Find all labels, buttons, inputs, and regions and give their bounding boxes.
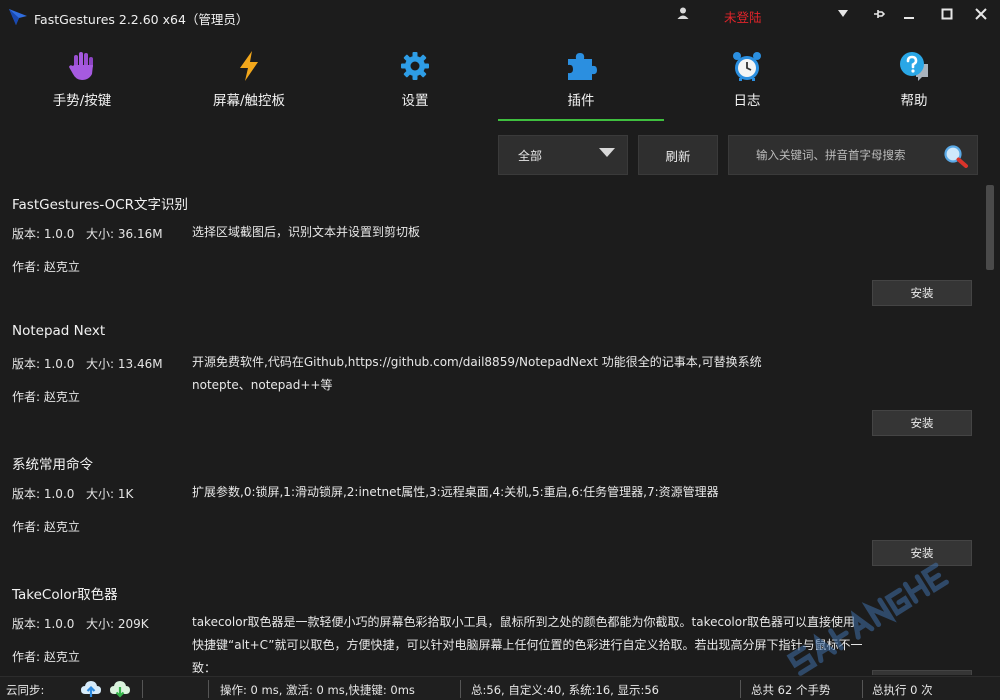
close-button[interactable] [969,2,993,26]
plugin-name: Notepad Next [12,323,106,339]
plugin-version: 版本: 1.0.0 [12,227,75,241]
chevron-down-icon [599,148,615,157]
maximize-icon [941,8,953,20]
search-icon[interactable] [943,144,969,168]
exec-total: 总执行 0 次 [872,683,933,697]
alarm-clock-icon [733,52,761,81]
install-button[interactable]: 安装 [872,410,972,436]
search-input[interactable] [729,136,939,174]
plugin-item: 系统常用命令 版本: 1.0.0 大小: 1K 作者: 赵克立 扩展参数,0:锁… [0,445,984,575]
help-bubble-icon [900,52,928,81]
tab-screen-touchpad[interactable]: 屏幕/触控板 [184,40,314,122]
plugin-item: Notepad Next 版本: 1.0.0 大小: 13.46M 作者: 赵克… [0,315,984,445]
tab-label: 屏幕/触控板 [212,93,286,109]
install-button[interactable]: 安装 [872,540,972,566]
status-divider [208,680,209,698]
status-divider [460,680,461,698]
tab-label: 插件 [567,93,595,109]
tab-settings[interactable]: 设置 [350,40,480,122]
plugin-author: 作者: 赵克立 [12,390,80,404]
timing-stats: 操作: 0 ms, 激活: 0 ms,快捷键: 0ms [220,683,415,697]
gear-icon [401,52,429,80]
main-nav: 手势/按键 屏幕/触控板 设置 插件 日志 帮助 [0,40,1000,122]
tab-help[interactable]: 帮助 [849,40,979,122]
install-button[interactable]: 安装 [872,670,972,675]
plugin-size: 大小: 1K [86,487,134,501]
pin-icon [874,10,885,18]
plugin-version: 版本: 1.0.0 [12,487,75,501]
plugin-version: 版本: 1.0.0 [12,617,75,631]
plugin-list: FastGestures-OCR文字识别 版本: 1.0.0 大小: 36.16… [0,185,984,675]
plugin-description: 选择区域截图后，识别文本并设置到剪切板 [192,225,421,239]
title-bar: FastGestures 2.2.60 x64（管理员） 未登陆 [0,0,1000,32]
status-divider [740,680,741,698]
plugin-list-scrollbar[interactable] [985,185,995,675]
plugin-name: FastGestures-OCR文字识别 [12,197,189,213]
plugin-description: 扩展参数,0:锁屏,1:滑动锁屏,2:inetnet属性,3:远程桌面,4:关机… [192,485,719,499]
plugin-size: 大小: 13.46M [86,357,163,371]
plugin-version: 版本: 1.0.0 [12,357,75,371]
triangle-down-icon [838,10,848,17]
category-filter-select[interactable]: 全部 [498,135,628,175]
lightning-icon [240,51,258,81]
active-tab-indicator [498,119,664,121]
tab-gestures[interactable]: 手势/按键 [17,40,147,122]
pin-button[interactable] [867,2,891,26]
tab-label: 设置 [401,93,429,109]
plugin-author: 作者: 赵克立 [12,260,80,274]
plugin-author: 作者: 赵克立 [12,520,80,534]
refresh-button[interactable]: 刷新 [638,135,718,175]
plugin-size: 大小: 209K [86,617,149,631]
app-logo-icon [9,9,27,25]
install-button[interactable]: 安装 [872,280,972,306]
gesture-counts: 总:56, 自定义:40, 系统:16, 显示:56 [471,683,659,697]
plugin-name: 系统常用命令 [12,457,93,473]
minimize-icon [904,17,914,19]
scroll-thumb[interactable] [986,185,994,270]
tab-label: 日志 [733,93,761,109]
tab-label: 帮助 [900,93,928,109]
cloud-upload-icon[interactable] [80,679,102,699]
gesture-total: 总共 62 个手势 [751,683,831,697]
menu-dropdown-button[interactable] [831,2,855,26]
search-box [728,135,978,175]
filter-value: 全部 [518,148,543,163]
close-icon [975,8,987,20]
plugin-item: TakeColor取色器 版本: 1.0.0 大小: 209K 作者: 赵克立 … [0,575,984,675]
cloud-sync-label: 云同步: [6,683,45,697]
status-bar: 云同步: 操作: 0 ms, 激活: 0 ms,快捷键: 0ms 总:56, 自… [0,676,1000,700]
plugin-description: takecolor取色器是一款轻便小巧的屏幕色彩拾取小工具，鼠标所到之处的颜色都… [192,615,863,675]
plugin-author: 作者: 赵克立 [12,650,80,664]
plugin-name: TakeColor取色器 [12,587,118,603]
tab-logs[interactable]: 日志 [682,40,812,122]
login-status[interactable]: 未登陆 [724,7,762,26]
hand-icon [69,52,93,80]
maximize-button[interactable] [935,2,959,26]
plugin-size: 大小: 36.16M [86,227,163,241]
tab-plugins[interactable]: 插件 [516,40,646,122]
plugin-description: 开源免费软件,代码在Github,https://github.com/dail… [192,355,762,392]
window-title: FastGestures 2.2.60 x64（管理员） [34,12,249,27]
user-icon[interactable] [676,6,690,20]
puzzle-icon [568,53,597,80]
cloud-download-icon[interactable] [109,679,131,699]
status-divider [862,680,863,698]
plugin-item: FastGestures-OCR文字识别 版本: 1.0.0 大小: 36.16… [0,185,984,315]
status-divider [142,680,143,698]
minimize-button[interactable] [897,2,921,26]
tab-label: 手势/按键 [52,93,112,109]
